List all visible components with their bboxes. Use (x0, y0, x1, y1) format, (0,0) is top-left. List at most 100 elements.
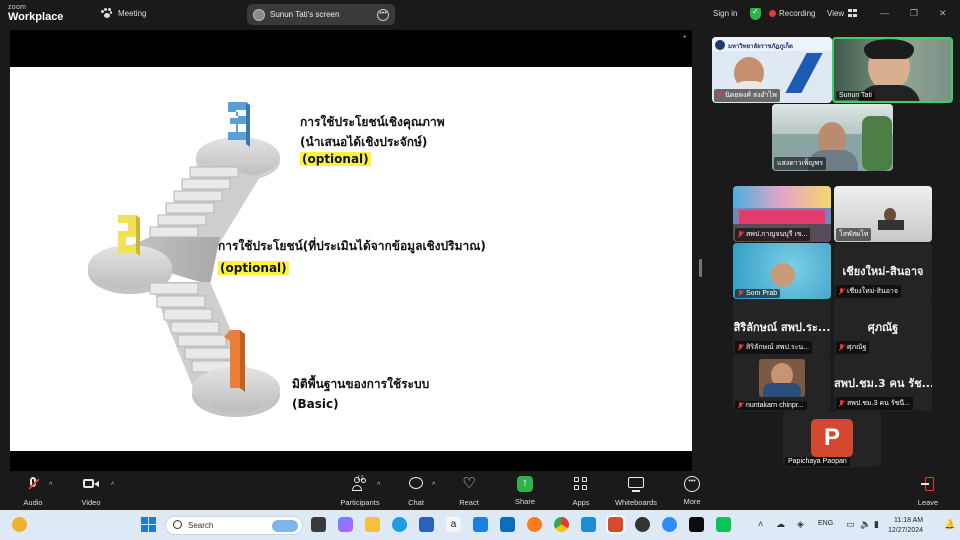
step-3-line-2: (นำเสนอได้เชิงประจักษ์) (300, 135, 428, 149)
display-icon[interactable]: ▭ (846, 519, 855, 530)
powerpoint-icon[interactable] (608, 517, 623, 532)
powerpoint-avatar-icon: P (811, 419, 853, 457)
leave-door-icon (921, 476, 935, 493)
participant-tile[interactable]: มหาวิทยาลัยราชภัฏภูเก็ต นิตยพงศ์ สงอำไพ (712, 37, 832, 103)
video-options-caret[interactable]: ^ (111, 482, 114, 489)
network-icon[interactable]: ☁ (776, 519, 785, 530)
meeting-menu[interactable]: Meeting (101, 8, 146, 19)
chat-options-caret[interactable]: ^ (432, 482, 435, 489)
muted-mic-icon (738, 344, 744, 351)
shared-screen[interactable]: • การใช้ประโยชน์เชิงคุณภาพ (นำเสนอได้เชิ… (10, 30, 692, 471)
muted-mic-icon (839, 288, 845, 295)
mic-muted-icon (26, 476, 40, 493)
app-icon[interactable] (635, 517, 650, 532)
close-icon[interactable]: ✕ (939, 8, 947, 19)
outlook-icon[interactable] (500, 517, 515, 532)
file-explorer-icon[interactable] (365, 517, 380, 532)
recording-indicator[interactable]: Recording (769, 9, 815, 18)
participant-name: นิตยพงศ์ สงอำไพ (714, 89, 780, 102)
participant-name: สพป.ชม.3 คน รัชนี... (836, 397, 913, 410)
step-2-optional-tag: (optional) (218, 261, 289, 275)
amazon-icon[interactable]: a (446, 517, 461, 532)
more-dots-icon: ••• (684, 476, 700, 492)
audio-options-caret[interactable]: ^ (49, 482, 52, 489)
apps-button[interactable]: Apps (552, 476, 610, 507)
participant-tile[interactable]: โสฬสผไท (834, 186, 932, 242)
brand-large: Workplace (8, 11, 64, 23)
participant-tile[interactable]: สพป.กาญจนบุรี เข... (733, 186, 831, 242)
participant-tile[interactable]: แสงดาวเพ็ญพร (772, 104, 893, 171)
participant-name: nuntakarn chinpr... (735, 401, 807, 410)
participant-tile[interactable]: nuntakarn chinpr... (733, 355, 831, 411)
participant-name: Som Prab (735, 289, 781, 298)
copilot-icon[interactable] (338, 517, 353, 532)
video-camera-icon (83, 476, 99, 493)
share-button[interactable]: ↑ Share (496, 476, 554, 506)
taskbar-search-box[interactable]: Search (165, 516, 303, 535)
line-app-icon[interactable] (716, 517, 731, 532)
participant-name: แสงดาวเพ็ญพร (774, 157, 826, 170)
screen-share-pill[interactable]: Sunun Tati's screen ••• (247, 4, 395, 25)
volume-icon[interactable]: 🔈 (860, 519, 871, 530)
taskbar-clock[interactable]: 11:18 AM 12/27/2024 (888, 516, 923, 536)
firefox-icon[interactable] (527, 517, 542, 532)
step-2-line-1: การใช้ประโยชน์(ที่ประเมินได้จากข้อมูลเชิ… (218, 239, 486, 253)
meeting-label: Meeting (118, 9, 147, 18)
sign-in-link[interactable]: Sign in (713, 9, 737, 18)
react-button[interactable]: ♡ React (440, 476, 498, 508)
screen-app-icon[interactable] (581, 517, 596, 532)
participant-tile[interactable]: สิริลักษณ์ สพป.ระ... สิริลักษณ์ สพป.ระน.… (733, 299, 831, 355)
share-label: Share (514, 497, 535, 506)
leave-button[interactable]: Leave (899, 476, 957, 507)
store-icon[interactable] (419, 517, 434, 532)
terminal-icon[interactable] (689, 517, 704, 532)
video-label: Video (81, 498, 101, 507)
more-options-icon[interactable]: ••• (377, 8, 389, 21)
grid-view-icon[interactable] (848, 9, 857, 17)
tray-overflow-icon[interactable]: ˄ (758, 519, 763, 529)
battery-icon[interactable]: ▮ (874, 519, 879, 530)
muted-mic-icon (839, 400, 845, 407)
video-button[interactable]: Video (62, 476, 120, 507)
weather-icon[interactable] (12, 517, 27, 532)
more-button[interactable]: ••• More (663, 476, 721, 506)
participant-tile-active-speaker[interactable]: Sunun Tati (832, 37, 953, 103)
participant-tile[interactable]: สพป.ชม.3 คน รัช... สพป.ชม.3 คน รัชนี... (834, 355, 932, 411)
minimize-icon[interactable]: — (880, 8, 889, 18)
clock-date: 12/27/2024 (888, 527, 924, 534)
panel-resize-handle[interactable] (699, 259, 702, 277)
step-3-line-1: การใช้ประโยชน์เชิงคุณภาพ (300, 115, 445, 129)
react-label: React (459, 498, 479, 507)
participant-tile[interactable]: Som Prab (733, 243, 831, 299)
dropbox-icon[interactable] (473, 517, 488, 532)
input-language[interactable]: ENG (818, 520, 833, 527)
participant-name: ศุภณัฐ (836, 341, 870, 354)
participant-display-name: สพป.ชม.3 คน รัช... (834, 377, 932, 390)
clock-time: 11:18 AM (893, 517, 924, 524)
security-shield-icon[interactable] (750, 7, 761, 20)
zoom-logo: zoom Workplace (8, 4, 63, 23)
participant-tile[interactable]: ศุภณัฐ ศุภณัฐ (834, 299, 932, 355)
chat-button[interactable]: Chat (387, 476, 445, 507)
participant-tile[interactable]: เชียงใหม่-สินอาจ เชียงใหม่-สินอาจ (834, 243, 932, 299)
audio-button[interactable]: Audio (4, 476, 62, 507)
sharer-avatar (253, 8, 265, 21)
muted-mic-icon (717, 92, 723, 99)
whiteboards-button[interactable]: Whiteboards (607, 476, 665, 507)
participants-options-caret[interactable]: ^ (377, 482, 380, 489)
muted-mic-icon (738, 290, 744, 297)
participant-name: เชียงใหม่-สินอาจ (836, 285, 901, 298)
view-button[interactable]: View (827, 9, 844, 18)
edge-icon[interactable] (392, 517, 407, 532)
step-3-optional-tag: (optional) (300, 152, 371, 166)
chrome-icon[interactable] (554, 517, 569, 532)
bluetooth-icon[interactable]: ◈ (797, 519, 804, 530)
start-button[interactable] (141, 517, 156, 532)
apps-grid-icon (574, 476, 588, 493)
zoom-taskbar-icon[interactable] (662, 517, 677, 532)
notifications-icon[interactable]: 🔔 (944, 519, 955, 530)
maximize-icon[interactable]: ❐ (910, 8, 918, 19)
participant-tile[interactable]: P Papichaya Paopan (783, 411, 881, 467)
apps-label: Apps (572, 498, 590, 507)
task-view-icon[interactable] (311, 517, 326, 532)
